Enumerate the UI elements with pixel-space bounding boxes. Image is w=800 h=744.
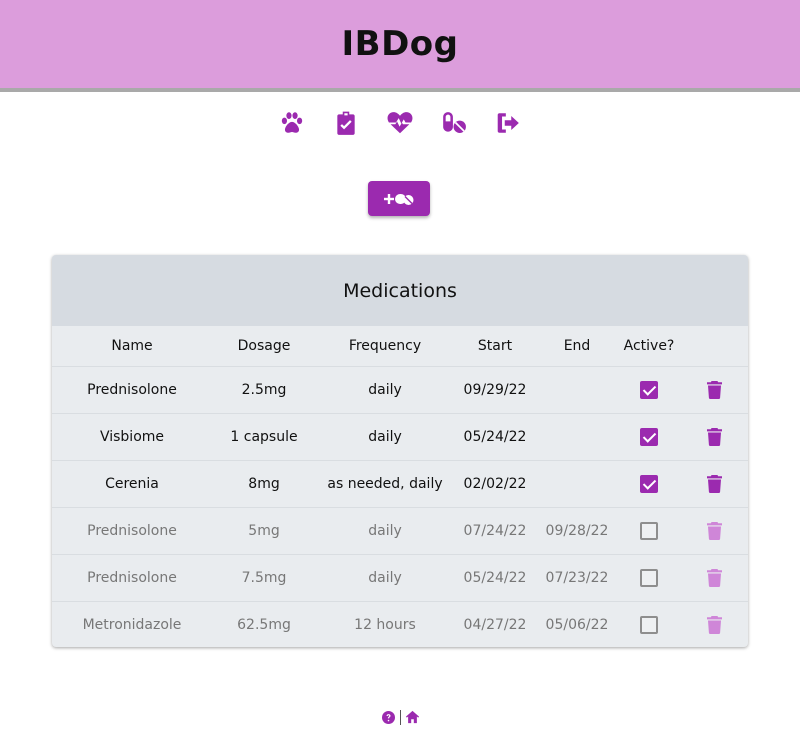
medication-name: Cerenia — [52, 459, 212, 507]
active-checkbox[interactable] — [640, 474, 658, 493]
medication-start: 05/24/22 — [454, 412, 536, 460]
column-header-name: Name — [111, 337, 153, 354]
delete-button[interactable] — [706, 427, 722, 446]
medications-title: Medications — [343, 279, 457, 302]
column-header-frequency: Frequency — [348, 337, 422, 354]
nav-log-button[interactable] — [331, 108, 361, 138]
active-checkbox[interactable] — [640, 380, 658, 399]
sign-out-icon — [497, 113, 519, 133]
paw-icon — [281, 112, 303, 133]
clipboard-check-icon — [337, 111, 355, 135]
nav-medications-button[interactable] — [439, 108, 469, 138]
delete-button[interactable] — [706, 380, 722, 399]
nav-logout-button[interactable] — [493, 108, 523, 138]
medication-end: 05/06/22 — [536, 600, 618, 647]
column-header-end: End — [563, 337, 591, 354]
medication-name: Visbiome — [52, 412, 212, 460]
medication-end — [536, 459, 618, 507]
nav-health-button[interactable] — [385, 108, 415, 138]
table-row: Metronidazole 62.5mg 12 hours 04/27/22 0… — [52, 600, 748, 647]
medication-name: Prednisolone — [52, 365, 212, 413]
main-nav — [0, 108, 800, 138]
medication-start: 09/29/22 — [454, 365, 536, 413]
column-header-active: Active? — [623, 337, 675, 354]
active-checkbox[interactable] — [640, 427, 658, 446]
table-row: Prednisolone 7.5mg daily 05/24/22 07/23/… — [52, 553, 748, 601]
medication-dosage: 2.5mg — [212, 365, 316, 413]
app-title: IBDog — [341, 24, 459, 64]
table-row: Cerenia 8mg as needed, daily 02/02/22 — [52, 459, 748, 507]
medication-name: Prednisolone — [52, 506, 212, 554]
pills-icon — [443, 112, 466, 133]
add-pill-icon — [384, 193, 414, 205]
nav-pets-button[interactable] — [277, 108, 307, 138]
footer-divider — [399, 709, 401, 725]
heart-pulse-icon — [387, 112, 413, 134]
table-row: Prednisolone 2.5mg daily 09/29/22 — [52, 365, 748, 413]
trash-icon — [706, 615, 722, 634]
medication-frequency: as needed, daily — [316, 459, 454, 507]
home-button[interactable] — [405, 710, 420, 725]
medication-start: 02/02/22 — [454, 459, 536, 507]
medication-frequency: daily — [316, 506, 454, 554]
medication-dosage: 8mg — [212, 459, 316, 507]
delete-button[interactable] — [706, 615, 722, 634]
trash-icon — [706, 521, 722, 540]
medication-start: 05/24/22 — [454, 553, 536, 601]
table-row: Prednisolone 5mg daily 07/24/22 09/28/22 — [52, 506, 748, 554]
medication-dosage: 1 capsule — [212, 412, 316, 460]
column-header-start: Start — [477, 337, 513, 354]
help-button[interactable] — [381, 710, 396, 725]
medication-start: 04/27/22 — [454, 600, 536, 647]
delete-button[interactable] — [706, 568, 722, 587]
page-footer — [0, 708, 800, 726]
home-icon — [405, 710, 419, 724]
trash-icon — [706, 427, 722, 446]
medications-table: Name Dosage Frequency Start End Active? … — [52, 326, 748, 647]
medication-name: Prednisolone — [52, 553, 212, 601]
medications-card: Medications Name Dosage Frequency Start … — [52, 255, 748, 647]
medication-end: 09/28/22 — [536, 506, 618, 554]
medications-card-header: Medications — [52, 255, 748, 326]
active-checkbox[interactable] — [640, 521, 658, 540]
medication-end — [536, 365, 618, 413]
help-icon — [381, 710, 395, 724]
medication-dosage: 62.5mg — [212, 600, 316, 647]
active-checkbox[interactable] — [640, 568, 658, 587]
medication-end: 07/23/22 — [536, 553, 618, 601]
trash-icon — [706, 568, 722, 587]
column-header-dosage: Dosage — [237, 337, 291, 354]
delete-button[interactable] — [706, 474, 722, 493]
add-medication-button[interactable] — [368, 181, 430, 216]
medication-frequency: daily — [316, 553, 454, 601]
table-header-row: Name Dosage Frequency Start End Active? — [52, 326, 748, 366]
trash-icon — [706, 474, 722, 493]
medication-name: Metronidazole — [52, 600, 212, 647]
medication-frequency: daily — [316, 412, 454, 460]
table-row: Visbiome 1 capsule daily 05/24/22 — [52, 412, 748, 460]
trash-icon — [706, 380, 722, 399]
medication-start: 07/24/22 — [454, 506, 536, 554]
app-header: IBDog — [0, 0, 800, 92]
delete-button[interactable] — [706, 521, 722, 540]
medication-end — [536, 412, 618, 460]
active-checkbox[interactable] — [640, 615, 658, 634]
medication-frequency: daily — [316, 365, 454, 413]
medication-frequency: 12 hours — [316, 600, 454, 647]
column-header-actions — [680, 326, 748, 366]
medication-dosage: 5mg — [212, 506, 316, 554]
medication-dosage: 7.5mg — [212, 553, 316, 601]
